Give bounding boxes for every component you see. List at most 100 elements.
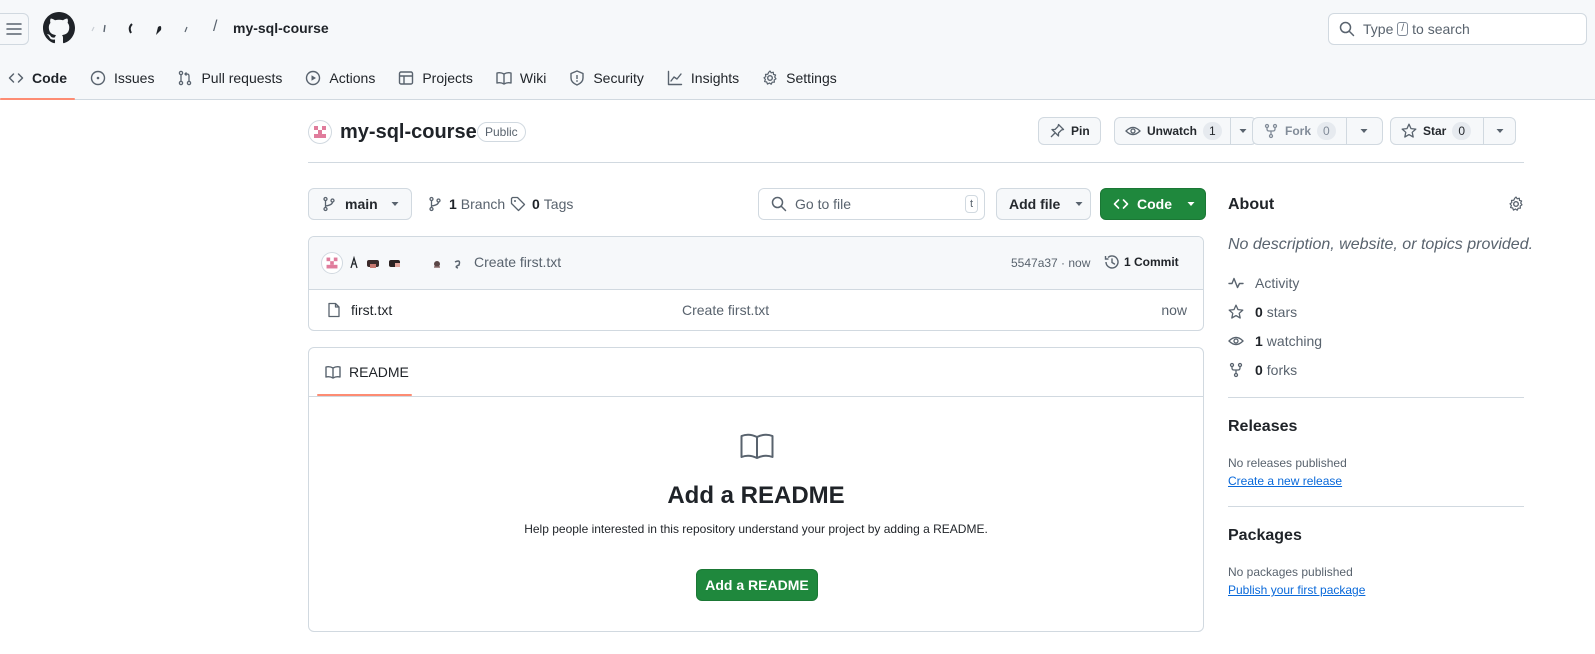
commit-history-link[interactable]: 1 Commit: [1104, 254, 1179, 270]
code-icon: [8, 73, 24, 83]
commit-hash-time[interactable]: 5547a37 · now: [1011, 256, 1090, 270]
tab-pull-requests[interactable]: Pull requests: [169, 64, 290, 92]
branch-icon: [323, 196, 335, 212]
tab-settings[interactable]: Settings: [754, 64, 845, 92]
watching-link[interactable]: 1 watching: [1228, 333, 1322, 349]
file-name-link[interactable]: first.txt: [351, 302, 392, 318]
add-file-button[interactable]: Add file: [996, 188, 1091, 220]
forks-link[interactable]: 0 forks: [1228, 362, 1297, 378]
tab-actions[interactable]: Actions: [297, 64, 383, 92]
global-search-input[interactable]: Type / to search: [1328, 13, 1587, 45]
tab-label: Code: [32, 70, 67, 86]
fork-button[interactable]: Fork 0: [1252, 117, 1383, 145]
unwatch-label: Unwatch: [1147, 124, 1198, 138]
pull-request-icon: [179, 70, 192, 86]
go-to-file-shortcut: t: [964, 195, 978, 213]
pin-icon: [1050, 123, 1065, 138]
file-commit-message[interactable]: Create first.txt: [682, 302, 769, 318]
readme-tab[interactable]: README: [317, 348, 411, 396]
watching-count: 1: [1255, 333, 1263, 349]
pin-label: Pin: [1071, 124, 1090, 138]
eye-icon: [1125, 126, 1141, 136]
latest-commit-bar: Create first.txt 5547a37 · now 1 Commit: [309, 237, 1203, 290]
star-count: 0: [1452, 122, 1472, 140]
star-icon: [1401, 123, 1417, 138]
tab-insights[interactable]: Insights: [659, 64, 747, 92]
star-button[interactable]: Star 0: [1390, 117, 1517, 145]
unwatch-button[interactable]: Unwatch 1: [1114, 117, 1257, 145]
readme-header-divider: [309, 396, 1203, 397]
packages-heading[interactable]: Packages: [1228, 527, 1302, 545]
star-icon: [1228, 304, 1244, 319]
code-dropdown-button[interactable]: Code: [1100, 188, 1206, 220]
search-prefix: Type: [1363, 21, 1394, 37]
tab-projects[interactable]: Projects: [390, 64, 481, 92]
breadcrumb-repo-link[interactable]: my-sql-course: [233, 20, 329, 36]
commit-message-link[interactable]: Create first.txt: [474, 254, 561, 270]
search-suffix: to search: [1412, 21, 1470, 37]
title-divider: [308, 162, 1524, 163]
star-dropdown-button[interactable]: [1483, 118, 1515, 144]
branches-link[interactable]: 1 Branch: [427, 196, 505, 212]
create-release-link[interactable]: Create a new release: [1228, 474, 1342, 488]
gear-icon: [763, 70, 777, 85]
tab-label: Insights: [690, 70, 740, 86]
add-file-label: Add file: [1009, 196, 1061, 212]
hamburger-menu-button[interactable]: [0, 13, 29, 45]
search-shortcut-key: /: [1397, 22, 1409, 36]
triangle-down-icon: [391, 202, 399, 206]
hamburger-icon: [6, 23, 22, 35]
tab-security[interactable]: Security: [561, 64, 652, 92]
issue-icon: [90, 70, 106, 86]
go-to-file-placeholder: Go to file: [795, 196, 852, 212]
owner-name-redacted[interactable]: [88, 20, 198, 38]
file-row[interactable]: first.txt Create first.txt now: [309, 290, 1203, 330]
fork-icon: [1264, 123, 1278, 139]
tab-label: Settings: [786, 70, 837, 86]
repo-title[interactable]: my-sql-course: [340, 121, 477, 144]
tab-label: Pull requests: [201, 70, 283, 86]
go-to-file-input[interactable]: Go to file t: [758, 188, 985, 220]
shield-icon: [570, 70, 585, 86]
activity-link[interactable]: Activity: [1228, 275, 1299, 291]
star-label: Star: [1423, 124, 1447, 138]
tab-code[interactable]: Code: [0, 64, 75, 100]
stars-link[interactable]: 0 stars: [1228, 304, 1297, 320]
breadcrumb-separator: /: [213, 18, 218, 35]
book-icon: [325, 365, 341, 379]
tab-label: Actions: [329, 70, 376, 86]
readme-description: Help people interested in this repositor…: [524, 522, 988, 536]
forks-count: 0: [1255, 362, 1263, 378]
publish-package-link[interactable]: Publish your first package: [1228, 583, 1365, 597]
commit-author-avatar[interactable]: [321, 252, 343, 274]
github-logo-icon[interactable]: [43, 12, 75, 44]
table-icon: [399, 71, 414, 85]
add-readme-button[interactable]: Add a README: [696, 569, 818, 601]
commit-count-label: 1 Commit: [1124, 255, 1179, 269]
fork-dropdown-button[interactable]: [1345, 118, 1382, 144]
pin-button[interactable]: Pin: [1038, 117, 1101, 145]
watch-count: 1: [1203, 122, 1222, 140]
pulse-icon: [1228, 277, 1244, 289]
file-icon: [328, 302, 340, 318]
tab-wiki[interactable]: Wiki: [488, 64, 554, 92]
branch-name: main: [345, 196, 378, 212]
repo-owner-avatar[interactable]: [308, 120, 332, 144]
releases-heading[interactable]: Releases: [1228, 418, 1297, 436]
fork-icon: [1229, 362, 1243, 378]
tab-label: Issues: [114, 70, 155, 86]
tags-link[interactable]: 0 Tags: [510, 196, 573, 212]
code-icon: [1113, 199, 1129, 209]
tab-issues[interactable]: Issues: [82, 64, 162, 92]
stars-count: 0: [1255, 304, 1263, 320]
tab-label: Wiki: [519, 70, 547, 86]
triangle-down-icon: [1187, 202, 1195, 206]
releases-empty-text: No releases published: [1228, 456, 1347, 470]
book-icon: [496, 71, 512, 85]
search-icon: [1339, 21, 1355, 37]
fork-count: 0: [1317, 122, 1336, 140]
branch-select-button[interactable]: main: [308, 188, 412, 220]
commit-author-redacted[interactable]: [349, 255, 469, 271]
visibility-badge: Public: [477, 122, 526, 142]
gear-icon[interactable]: [1508, 196, 1524, 212]
